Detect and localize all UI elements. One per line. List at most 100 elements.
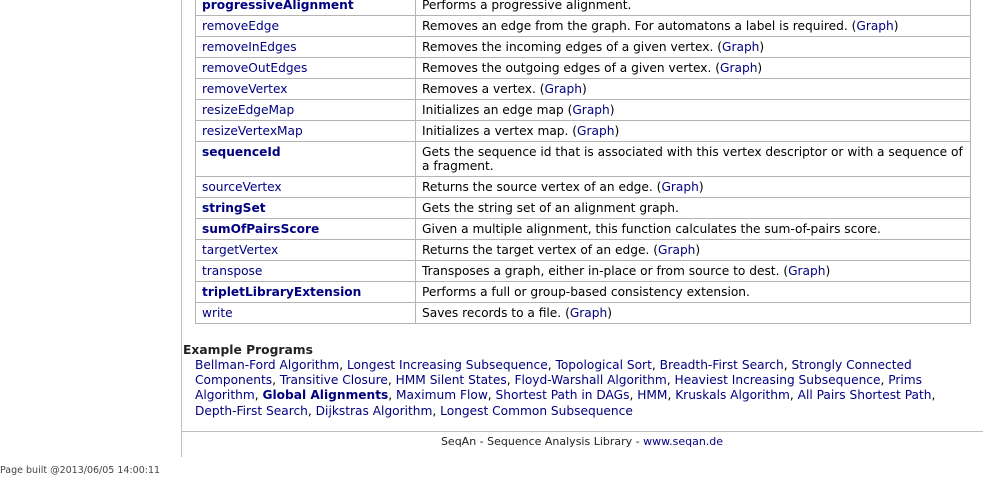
- footer-link[interactable]: www.seqan.de: [643, 435, 723, 448]
- function-description-cell: Initializes an edge map (Graph): [415, 99, 971, 121]
- function-description-cell: Given a multiple alignment, this functio…: [415, 218, 971, 240]
- function-link[interactable]: write: [202, 306, 233, 320]
- function-description-cell: Gets the sequence id that is associated …: [415, 141, 971, 177]
- functions-table-body: progressiveAlignment Performs a progressi…: [195, 0, 971, 324]
- example-program-link[interactable]: Longest Increasing Subsequence: [347, 358, 548, 372]
- function-name-cell: sourceVertex: [195, 176, 416, 198]
- example-program-link[interactable]: Topological Sort: [555, 358, 651, 372]
- function-description: Given a multiple alignment, this functio…: [422, 222, 881, 236]
- example-program-link[interactable]: Depth-First Search: [195, 404, 308, 418]
- function-description-cell: Removes a vertex. (Graph): [415, 78, 971, 100]
- function-description-cell: Removes the outgoing edges of a given ve…: [415, 57, 971, 79]
- function-description-cell: Saves records to a file. (Graph): [415, 302, 971, 324]
- function-link[interactable]: tripletLibraryExtension: [202, 285, 361, 299]
- example-program-link[interactable]: Shortest Path in DAGs: [496, 388, 630, 402]
- table-row: resizeEdgeMap Initializes an edge map (Gr…: [195, 99, 971, 121]
- function-link[interactable]: resizeVertexMap: [202, 124, 303, 138]
- example-program-link[interactable]: Global Alignments: [262, 388, 388, 402]
- table-row: write Saves records to a file. (Graph): [195, 302, 971, 324]
- function-link[interactable]: transpose: [202, 264, 262, 278]
- function-description: Performs a progressive alignment.: [422, 0, 632, 12]
- graph-category-link[interactable]: Graph: [788, 264, 825, 278]
- graph-category-link[interactable]: Graph: [572, 103, 609, 117]
- example-program-link[interactable]: Floyd-Warshall Algorithm: [514, 373, 666, 387]
- graph-category-link[interactable]: Graph: [658, 243, 695, 257]
- function-description: Gets the string set of an alignment grap…: [422, 201, 679, 215]
- function-description-cell: Removes an edge from the graph. For auto…: [415, 15, 971, 37]
- function-name-cell: removeEdge: [195, 15, 416, 37]
- graph-category-link[interactable]: Graph: [856, 19, 893, 33]
- function-description: Returns the source vertex of an edge.: [422, 180, 657, 194]
- table-row: removeVertex Removes a vertex. (Graph): [195, 78, 971, 100]
- table-row: sumOfPairsScore Given a multiple alignmen…: [195, 218, 971, 240]
- example-program-link[interactable]: HMM Silent States: [396, 373, 507, 387]
- example-program-link[interactable]: All Pairs Shortest Path: [798, 388, 932, 402]
- function-description-cell: Removes the incoming edges of a given ve…: [415, 36, 971, 58]
- example-programs-heading: Example Programs: [183, 343, 313, 357]
- example-program-link[interactable]: Longest Common Subsequence: [440, 404, 633, 418]
- function-description-cell: Performs a full or group-based consisten…: [415, 281, 971, 303]
- example-program-link[interactable]: Bellman-Ford Algorithm: [195, 358, 339, 372]
- example-program-link[interactable]: Transitive Closure: [280, 373, 388, 387]
- example-program-link[interactable]: HMM: [637, 388, 667, 402]
- example-program-link[interactable]: Maximum Flow: [396, 388, 488, 402]
- graph-category-link[interactable]: Graph: [722, 40, 759, 54]
- function-description: Performs a full or group-based consisten…: [422, 285, 750, 299]
- table-row: resizeVertexMap Initializes a vertex map.…: [195, 120, 971, 142]
- table-row: targetVertex Returns the target vertex of…: [195, 239, 971, 261]
- function-link[interactable]: targetVertex: [202, 243, 278, 257]
- function-description: Transposes a graph, either in-place or f…: [422, 264, 784, 278]
- function-link[interactable]: removeOutEdges: [202, 61, 307, 75]
- function-link[interactable]: sequenceId: [202, 145, 281, 159]
- function-link[interactable]: sumOfPairsScore: [202, 222, 319, 236]
- example-program-link[interactable]: Kruskals Algorithm: [675, 388, 790, 402]
- function-description-cell: Transposes a graph, either in-place or f…: [415, 260, 971, 282]
- function-name-cell: targetVertex: [195, 239, 416, 261]
- function-link[interactable]: removeEdge: [202, 19, 279, 33]
- table-row: stringSet Gets the string set of an align…: [195, 197, 971, 219]
- example-program-link[interactable]: Breadth-First Search: [660, 358, 784, 372]
- example-program-link[interactable]: Heaviest Increasing Subsequence: [675, 373, 881, 387]
- function-description-cell: Gets the string set of an alignment grap…: [415, 197, 971, 219]
- function-link[interactable]: removeInEdges: [202, 40, 297, 54]
- function-name-cell: removeInEdges: [195, 36, 416, 58]
- function-description: Removes an edge from the graph. For auto…: [422, 19, 852, 33]
- function-description: Initializes a vertex map.: [422, 124, 573, 138]
- function-description: Initializes an edge map: [422, 103, 568, 117]
- function-description-cell: Returns the source vertex of an edge. (G…: [415, 176, 971, 198]
- function-name-cell: stringSet: [195, 197, 416, 219]
- function-link[interactable]: resizeEdgeMap: [202, 103, 294, 117]
- content-left-border: [181, 0, 182, 457]
- graph-category-link[interactable]: Graph: [570, 306, 607, 320]
- function-description-cell: Initializes a vertex map. (Graph): [415, 120, 971, 142]
- function-link[interactable]: sourceVertex: [202, 180, 282, 194]
- function-description: Removes a vertex.: [422, 82, 540, 96]
- graph-category-link[interactable]: Graph: [545, 82, 582, 96]
- function-link[interactable]: progressiveAlignment: [202, 0, 354, 12]
- table-row: sequenceId Gets the sequence id that is a…: [195, 141, 971, 177]
- footer-text: SeqAn - Sequence Analysis Library -: [440, 435, 644, 448]
- function-name-cell: resizeEdgeMap: [195, 99, 416, 121]
- function-name-cell: sumOfPairsScore: [195, 218, 416, 240]
- footer: SeqAn - Sequence Analysis Library - www.…: [181, 435, 983, 448]
- function-link[interactable]: removeVertex: [202, 82, 287, 96]
- table-row: tripletLibraryExtension Performs a full o…: [195, 281, 971, 303]
- graph-category-link[interactable]: Graph: [661, 180, 698, 194]
- graph-category-link[interactable]: Graph: [577, 124, 614, 138]
- function-name-cell: tripletLibraryExtension: [195, 281, 416, 303]
- function-name-cell: resizeVertexMap: [195, 120, 416, 142]
- table-row: removeEdge Removes an edge from the graph…: [195, 15, 971, 37]
- function-name-cell: progressiveAlignment: [195, 0, 416, 16]
- page-built-timestamp: Page built @2013/06/05 14:00:11: [0, 465, 161, 476]
- graph-category-link[interactable]: Graph: [720, 61, 757, 75]
- table-row: sourceVertex Returns the source vertex of…: [195, 176, 971, 198]
- table-row: transpose Transposes a graph, either in-p…: [195, 260, 971, 282]
- function-description: Returns the target vertex of an edge.: [422, 243, 654, 257]
- function-name-cell: removeOutEdges: [195, 57, 416, 79]
- example-program-link[interactable]: Dijkstras Algorithm: [316, 404, 433, 418]
- table-row: progressiveAlignment Performs a progressi…: [195, 0, 971, 16]
- function-link[interactable]: stringSet: [202, 201, 266, 215]
- footer-divider: [181, 431, 983, 432]
- function-name-cell: transpose: [195, 260, 416, 282]
- function-name-cell: sequenceId: [195, 141, 416, 177]
